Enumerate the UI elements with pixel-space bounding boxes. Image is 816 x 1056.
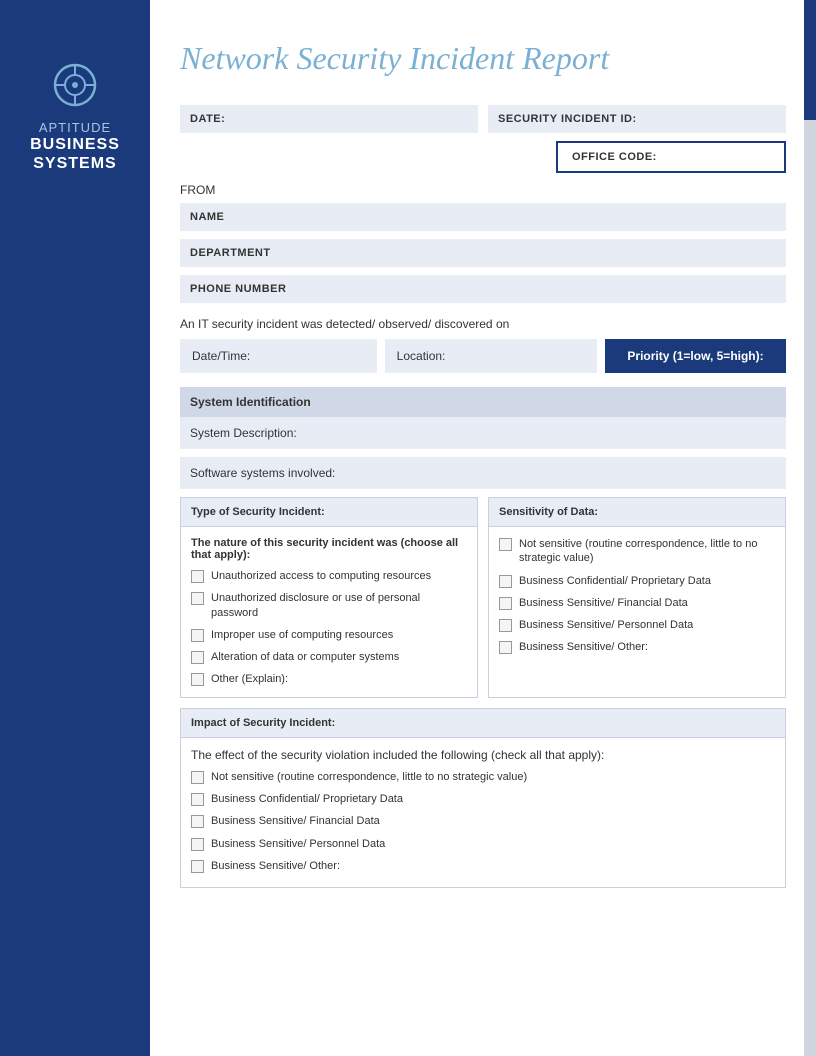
checkbox-label: Business Sensitive/ Personnel Data: [211, 837, 385, 851]
checkbox-other[interactable]: Other (Explain):: [191, 672, 467, 686]
brand-aptitude: APTITUDE: [39, 120, 111, 135]
impact-header: Impact of Security Incident:: [181, 709, 785, 738]
impact-personnel[interactable]: Business Sensitive/ Personnel Data: [191, 837, 775, 851]
checkbox-icon[interactable]: [191, 815, 204, 828]
checkbox-label: Unauthorized disclosure or use of person…: [211, 591, 467, 620]
checkbox-alteration[interactable]: Alteration of data or computer systems: [191, 650, 467, 664]
checkbox-label: Not sensitive (routine correspondence, l…: [211, 770, 527, 784]
system-identification-header: System Identification: [180, 387, 786, 417]
checkbox-improper-use[interactable]: Improper use of computing resources: [191, 628, 467, 642]
detection-row: Date/Time: Location: Priority (1=low, 5=…: [180, 339, 786, 373]
from-label: FROM: [180, 183, 786, 197]
checkbox-label: Business Sensitive/ Other:: [519, 640, 648, 654]
checkbox-icon[interactable]: [191, 592, 204, 605]
type-of-incident-header: Type of Security Incident:: [181, 498, 477, 527]
impact-not-sensitive[interactable]: Not sensitive (routine correspondence, l…: [191, 770, 775, 784]
checkbox-label: Unauthorized access to computing resourc…: [211, 569, 431, 583]
office-code-field[interactable]: OFFICE CODE:: [556, 141, 786, 173]
brand-name: BUSINESSSYSTEMS: [30, 135, 120, 173]
checkbox-label: Not sensitive (routine correspondence, l…: [519, 537, 775, 566]
type-sensitivity-row: Type of Security Incident: The nature of…: [180, 497, 786, 698]
checkbox-icon[interactable]: [499, 538, 512, 551]
checkbox-icon[interactable]: [191, 651, 204, 664]
nature-text: The nature of this security incident was…: [191, 537, 467, 561]
checkbox-icon[interactable]: [191, 838, 204, 851]
checkbox-icon[interactable]: [191, 673, 204, 686]
sensitivity-confidential[interactable]: Business Confidential/ Proprietary Data: [499, 574, 775, 588]
name-field[interactable]: NAME: [180, 203, 786, 231]
checkbox-label: Business Sensitive/ Other:: [211, 859, 340, 873]
checkbox-icon[interactable]: [191, 860, 204, 873]
checkbox-icon[interactable]: [499, 597, 512, 610]
department-field[interactable]: DEPARTMENT: [180, 239, 786, 267]
phone-field[interactable]: PHONE NUMBER: [180, 275, 786, 303]
system-description-field[interactable]: System Description:: [180, 417, 786, 449]
sensitivity-other[interactable]: Business Sensitive/ Other:: [499, 640, 775, 654]
sensitivity-box: Sensitivity of Data: Not sensitive (rout…: [488, 497, 786, 698]
sensitivity-financial[interactable]: Business Sensitive/ Financial Data: [499, 596, 775, 610]
type-of-incident-box: Type of Security Incident: The nature of…: [180, 497, 478, 698]
impact-confidential[interactable]: Business Confidential/ Proprietary Data: [191, 792, 775, 806]
impact-section: Impact of Security Incident: The effect …: [180, 708, 786, 888]
checkbox-icon[interactable]: [191, 771, 204, 784]
location-field[interactable]: Location:: [385, 339, 597, 373]
scrollbar-track: [804, 0, 816, 1056]
checkbox-icon[interactable]: [191, 793, 204, 806]
checkbox-icon[interactable]: [191, 570, 204, 583]
impact-desc: The effect of the security violation inc…: [191, 748, 775, 762]
impact-financial[interactable]: Business Sensitive/ Financial Data: [191, 814, 775, 828]
checkbox-label: Business Sensitive/ Financial Data: [519, 596, 688, 610]
checkbox-label: Improper use of computing resources: [211, 628, 393, 642]
checkbox-icon[interactable]: [499, 619, 512, 632]
sensitivity-not-sensitive[interactable]: Not sensitive (routine correspondence, l…: [499, 537, 775, 566]
impact-content: The effect of the security violation inc…: [181, 738, 785, 887]
page-title: Network Security Incident Report: [180, 40, 786, 77]
office-code-row: OFFICE CODE:: [180, 141, 786, 173]
sensitivity-personnel[interactable]: Business Sensitive/ Personnel Data: [499, 618, 775, 632]
main-content: Network Security Incident Report DATE: S…: [150, 0, 816, 1056]
date-field[interactable]: DATE:: [180, 105, 478, 133]
incident-detected-text: An IT security incident was detected/ ob…: [180, 317, 786, 331]
checkbox-unauthorized-access[interactable]: Unauthorized access to computing resourc…: [191, 569, 467, 583]
scrollbar-thumb[interactable]: [804, 0, 816, 120]
checkbox-label: Business Sensitive/ Personnel Data: [519, 618, 693, 632]
impact-other[interactable]: Business Sensitive/ Other:: [191, 859, 775, 873]
checkbox-label: Alteration of data or computer systems: [211, 650, 399, 664]
checkbox-icon[interactable]: [499, 575, 512, 588]
sensitivity-content: Not sensitive (routine correspondence, l…: [489, 527, 785, 665]
checkbox-icon[interactable]: [191, 629, 204, 642]
checkbox-unauthorized-disclosure[interactable]: Unauthorized disclosure or use of person…: [191, 591, 467, 620]
sidebar: APTITUDE BUSINESSSYSTEMS: [0, 0, 150, 1056]
checkbox-label: Business Sensitive/ Financial Data: [211, 814, 380, 828]
aptitude-logo-icon: [50, 60, 100, 110]
priority-field[interactable]: Priority (1=low, 5=high):: [605, 339, 786, 373]
sensitivity-header: Sensitivity of Data:: [489, 498, 785, 527]
checkbox-label: Business Confidential/ Proprietary Data: [519, 574, 711, 588]
software-systems-field[interactable]: Software systems involved:: [180, 457, 786, 489]
checkbox-label: Other (Explain):: [211, 672, 288, 686]
checkbox-label: Business Confidential/ Proprietary Data: [211, 792, 403, 806]
checkbox-icon[interactable]: [499, 641, 512, 654]
date-secid-row: DATE: SECURITY INCIDENT ID:: [180, 105, 786, 133]
datetime-field[interactable]: Date/Time:: [180, 339, 377, 373]
type-of-incident-content: The nature of this security incident was…: [181, 527, 477, 697]
security-incident-id-field[interactable]: SECURITY INCIDENT ID:: [488, 105, 786, 133]
